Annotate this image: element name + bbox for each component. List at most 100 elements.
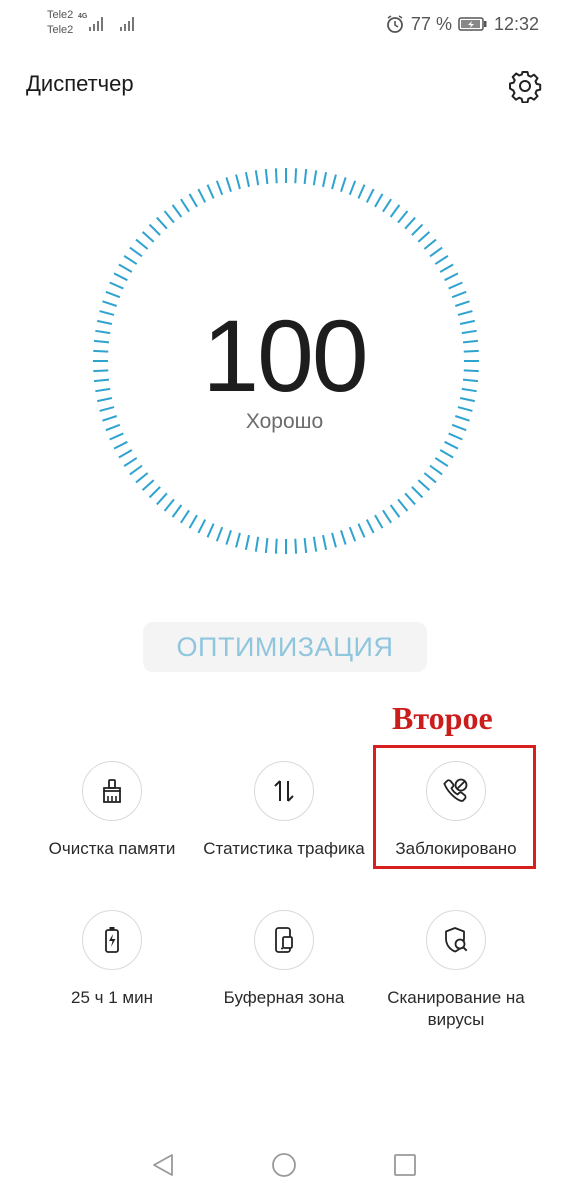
dial-tick (439, 449, 454, 459)
battery-charging-icon (458, 16, 488, 32)
dial-tick (312, 536, 318, 552)
dial-tick (357, 523, 366, 538)
dial-tick (444, 440, 459, 450)
dial-tick (448, 432, 463, 441)
battery-icon (82, 910, 142, 970)
dial-tick (113, 440, 128, 450)
broom-icon (82, 761, 142, 821)
dial-tick (417, 479, 431, 491)
dial-tick (206, 184, 215, 199)
recents-square-icon[interactable] (392, 1152, 418, 1183)
dial-tick (411, 223, 424, 236)
dial-tick (434, 255, 449, 265)
dial-tick (322, 534, 328, 550)
dial-tick (274, 538, 278, 554)
dial-tick (303, 537, 308, 554)
dial-tick (434, 457, 449, 467)
dial-tick (113, 272, 128, 282)
dial-tick (417, 231, 431, 243)
dial-tick (215, 180, 224, 196)
annotation-label: Второе (392, 700, 493, 736)
tool-label: Сканирование на вирусы (387, 988, 525, 1029)
tool-memory-cleanup[interactable]: Очистка памяти (22, 761, 202, 860)
tool-battery[interactable]: 25 ч 1 мин (22, 910, 202, 1009)
dial-tick (365, 519, 375, 534)
dial-tick (244, 172, 250, 188)
dial-tick (235, 532, 241, 548)
dial-tick (225, 177, 232, 193)
dial-tick (264, 168, 269, 185)
dial-tick (235, 174, 241, 190)
clock: 12:32 (493, 13, 539, 34)
dial-tick (148, 486, 161, 499)
page-title: Диспетчер (26, 71, 134, 96)
dial-tick (444, 272, 459, 282)
dial-tick (423, 472, 437, 484)
tool-buffer-zone[interactable]: Буферная зона (194, 910, 374, 1009)
dial-tick (135, 238, 149, 250)
dial-tick (331, 532, 337, 548)
gear-icon[interactable] (508, 69, 542, 104)
dial-tick (382, 509, 392, 524)
dial-tick (294, 168, 298, 184)
dial-tick (451, 290, 467, 299)
shield-search-icon (426, 910, 486, 970)
dial-tick (197, 188, 207, 203)
carrier-1: Tele2 (47, 9, 74, 21)
dial-tick (129, 246, 143, 258)
dial-tick (188, 193, 198, 208)
dial-tick (348, 526, 357, 542)
dial-tick (123, 457, 138, 467)
dial-tick (188, 514, 198, 529)
tool-label: Заблокировано (395, 839, 517, 858)
dial-tick (156, 216, 168, 230)
network-type: 4G (78, 13, 88, 20)
optimize-button[interactable]: ОПТИМИЗАЦИЯ (143, 622, 427, 672)
alarm-icon (385, 14, 405, 34)
dial-tick (109, 432, 124, 441)
dial-tick (429, 246, 443, 258)
dial-tick (439, 263, 454, 273)
dial-tick (163, 498, 175, 512)
dial-tick (180, 509, 190, 524)
dial-tick (118, 449, 133, 459)
dial-tick (274, 168, 278, 184)
dial-tick (374, 193, 384, 208)
dial-tick (331, 174, 337, 190)
health-status: Хорошо (245, 410, 324, 433)
dial-tick (225, 529, 232, 545)
tool-virus-scan[interactable]: Сканирование на вирусы (366, 910, 546, 1031)
carrier-names: Tele2 Tele2 (47, 8, 73, 38)
dial-tick (148, 223, 161, 236)
dial-tick (322, 172, 328, 188)
dial-tick (171, 204, 183, 218)
carrier-2: Tele2 (47, 24, 74, 36)
dial-tick (294, 538, 298, 554)
phone-buffer-icon (254, 910, 314, 970)
traffic-arrows-icon (254, 761, 314, 821)
tool-blocked[interactable]: Заблокировано (366, 761, 546, 860)
dial-tick (404, 216, 416, 230)
tool-label: Очистка памяти (48, 839, 176, 858)
dial-tick (109, 281, 124, 290)
dial-tick (171, 504, 183, 518)
tool-traffic-stats[interactable]: Статистика трафика (194, 761, 374, 860)
back-triangle-icon[interactable] (150, 1152, 176, 1183)
battery-percent: 77 % (410, 13, 452, 34)
dial-tick (397, 210, 409, 224)
dial-tick (340, 529, 347, 545)
dial-tick (365, 188, 375, 203)
dial-tick (163, 210, 175, 224)
dial-tick (397, 498, 409, 512)
dial-tick (254, 536, 260, 552)
status-bar: Tele2 Tele2 4G 77 % 12:32 (0, 0, 569, 48)
tool-label: Статистика трафика (203, 839, 365, 858)
home-circle-icon[interactable] (271, 1152, 297, 1183)
dial-tick (135, 472, 149, 484)
dial-tick (129, 464, 143, 476)
dial-tick (206, 523, 215, 538)
dial-tick (411, 486, 424, 499)
signal-icon (88, 14, 106, 32)
dial-tick (244, 534, 250, 550)
dial-tick (448, 281, 463, 290)
